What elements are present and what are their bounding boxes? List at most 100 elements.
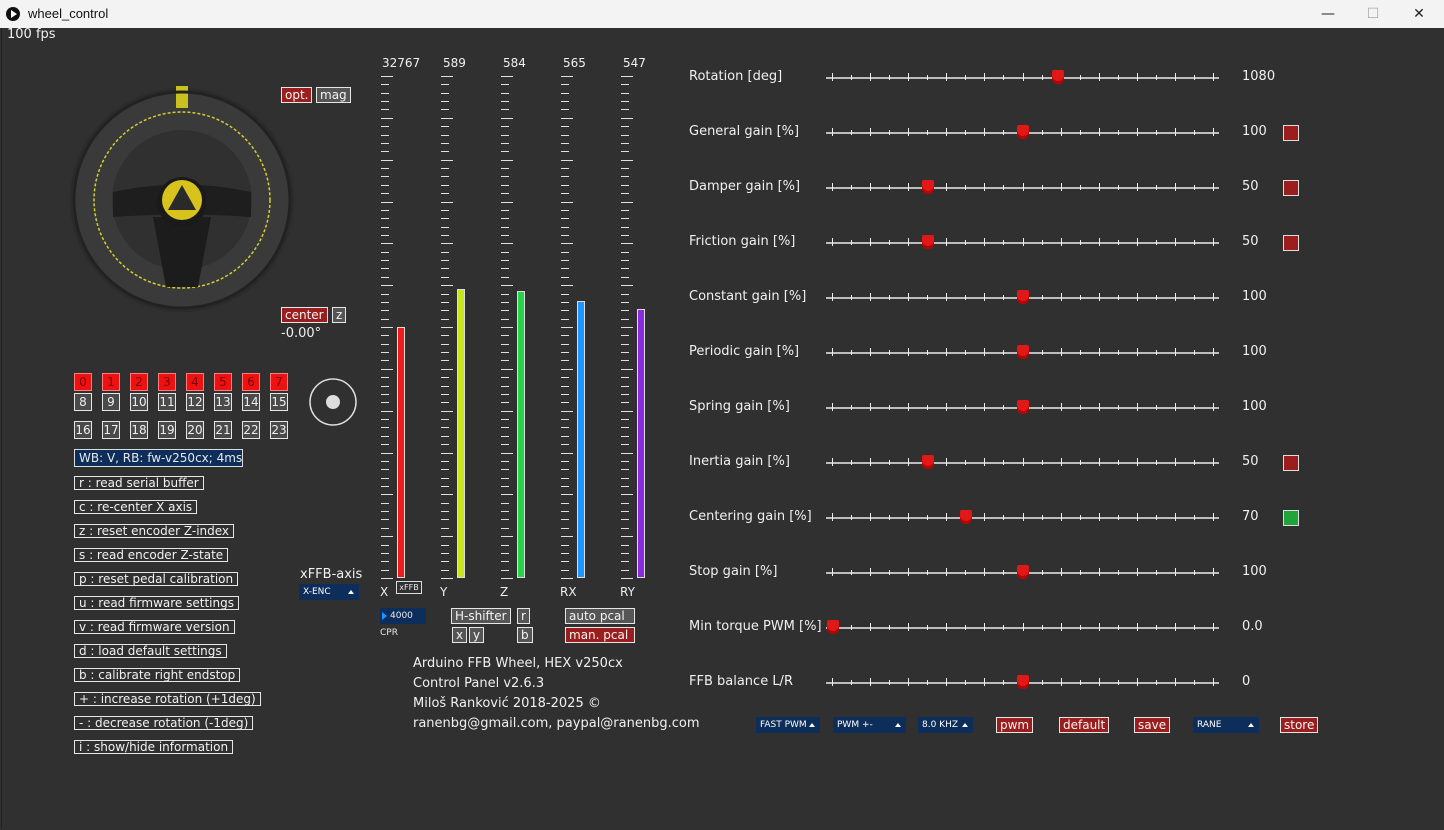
command-4[interactable]: p : reset pedal calibration [74,572,239,586]
slider-thumb-6[interactable] [1016,400,1029,414]
button-indicator-13: 13 [214,393,232,411]
h-shifter-button[interactable]: H-shifter [451,608,511,624]
slider-label-9: Stop gain [%] [689,564,778,579]
pwm-mode-value: FAST PWM [760,720,807,730]
effect-toggle-1[interactable] [1283,125,1299,141]
save-button[interactable]: save [1134,717,1171,733]
slider-thumb-8[interactable] [959,510,972,524]
about-line-2: Control Panel v2.6.3 [413,676,545,691]
man-pcal-button[interactable]: man. pcal [565,627,635,643]
cpr-label: CPR [380,628,398,638]
command-7[interactable]: d : load default settings [74,644,227,658]
axis-bar-rx [577,300,585,578]
axis-name-rx: RX [560,585,577,599]
slider-label-5: Periodic gain [%] [689,344,800,359]
dropdown-caret-icon [1248,723,1254,727]
effect-toggle-3[interactable] [1283,235,1299,251]
wheel-angle: -0.00° [281,326,322,341]
slider-thumb-4[interactable] [1016,290,1029,304]
slider-thumb-2[interactable] [921,180,934,194]
slider-thumb-11[interactable] [1016,675,1029,689]
slider-thumb-5[interactable] [1016,345,1029,359]
about-line-4: ranenbg@gmail.com, paypal@ranenbg.com [413,716,700,731]
button-indicator-4: 4 [186,373,204,391]
slider-value-3: 50 [1242,234,1259,249]
steering-wheel-image [70,86,294,312]
slider-thumb-3[interactable] [921,235,934,249]
slider-value-1: 100 [1242,124,1267,139]
command-11[interactable]: i : show/hide information [74,740,234,754]
slider-label-11: FFB balance L/R [689,674,793,689]
slider-value-10: 0.0 [1242,619,1263,634]
close-button[interactable]: ✕ [1396,0,1442,28]
hat-switch-indicator [309,378,357,426]
xffb-axis-dropdown[interactable]: X-ENC [299,584,359,600]
store-button[interactable]: store [1280,717,1319,733]
slider-thumb-1[interactable] [1016,125,1029,139]
shifter-b-button[interactable]: b [517,627,533,643]
axis-bar-x [397,327,405,578]
pwm-button[interactable]: pwm [996,717,1034,733]
minimize-button[interactable]: — [1305,0,1351,28]
button-indicator-14: 14 [242,393,260,411]
about-line-3: Miloš Ranković 2018-2025 © [413,696,601,711]
mode-opt-button[interactable]: opt. [281,87,313,103]
button-indicator-21: 21 [214,421,232,439]
effect-toggle-8[interactable] [1283,510,1299,526]
axis-ruler-ry [621,76,635,579]
slider-value-9: 100 [1242,564,1267,579]
axis-name-y: Y [440,585,448,599]
button-indicator-8: 8 [74,393,92,411]
auto-pcal-button[interactable]: auto pcal [565,608,635,624]
slider-thumb-7[interactable] [921,455,934,469]
command-6[interactable]: v : read firmware version [74,620,235,634]
command-5[interactable]: u : read firmware settings [74,596,239,610]
slider-thumb-0[interactable] [1051,70,1064,84]
axis-bar-y [457,289,465,578]
profile-dropdown[interactable]: RANE [1193,717,1259,733]
shifter-y-button[interactable]: y [469,627,485,643]
shifter-x-button[interactable]: x [452,627,468,643]
pwm-freq-dropdown[interactable]: 8.0 KHZ [918,717,973,733]
effect-toggle-7[interactable] [1283,455,1299,471]
firmware-info-box: WB: V, RB: fw-v250cx; 4ms [74,449,243,467]
xffb-axis-value: X-ENC [303,587,331,597]
shifter-r-button[interactable]: r [517,608,530,624]
axis-value-z: 584 [503,56,526,70]
slider-value-0: 1080 [1242,69,1276,84]
title-bar: wheel_control — ☐ ✕ [0,0,1444,28]
center-button[interactable]: center [281,307,328,323]
command-2[interactable]: z : reset encoder Z-index [74,524,235,538]
axis-bar-z [517,291,525,578]
effect-toggle-2[interactable] [1283,180,1299,196]
pwm-mode-dropdown[interactable]: FAST PWM [756,717,820,733]
button-indicator-9: 9 [102,393,120,411]
slider-value-4: 100 [1242,289,1267,304]
button-indicator-20: 20 [186,421,204,439]
window-title: wheel_control [28,6,109,21]
command-9[interactable]: + : increase rotation (+1deg) [74,692,261,706]
pwm-dir-dropdown[interactable]: PWM +- [833,717,906,733]
command-1[interactable]: c : re-center X axis [74,500,198,514]
axis-value-ry: 547 [623,56,646,70]
command-0[interactable]: r : read serial buffer [74,476,204,490]
maximize-button[interactable]: ☐ [1350,0,1396,28]
slider-label-6: Spring gain [%] [689,399,790,414]
default-button[interactable]: default [1059,717,1110,733]
axis-name-x: X [380,585,389,599]
button-indicator-3: 3 [158,373,176,391]
mode-mag-button[interactable]: mag [316,87,351,103]
z-button[interactable]: z [332,307,347,323]
slider-thumb-9[interactable] [1016,565,1029,579]
slider-value-11: 0 [1242,674,1251,689]
button-indicator-0: 0 [74,373,92,391]
command-10[interactable]: - : decrease rotation (-1deg) [74,716,254,730]
slider-thumb-10[interactable] [827,620,839,634]
button-indicator-17: 17 [102,421,120,439]
dropdown-caret-icon [895,723,901,727]
command-8[interactable]: b : calibrate right endstop [74,668,241,682]
pwm-dir-value: PWM +- [837,720,873,730]
command-3[interactable]: s : read encoder Z-state [74,548,229,562]
about-line-1: Arduino FFB Wheel, HEX v250cx [413,656,623,671]
button-indicator-11: 11 [158,393,176,411]
